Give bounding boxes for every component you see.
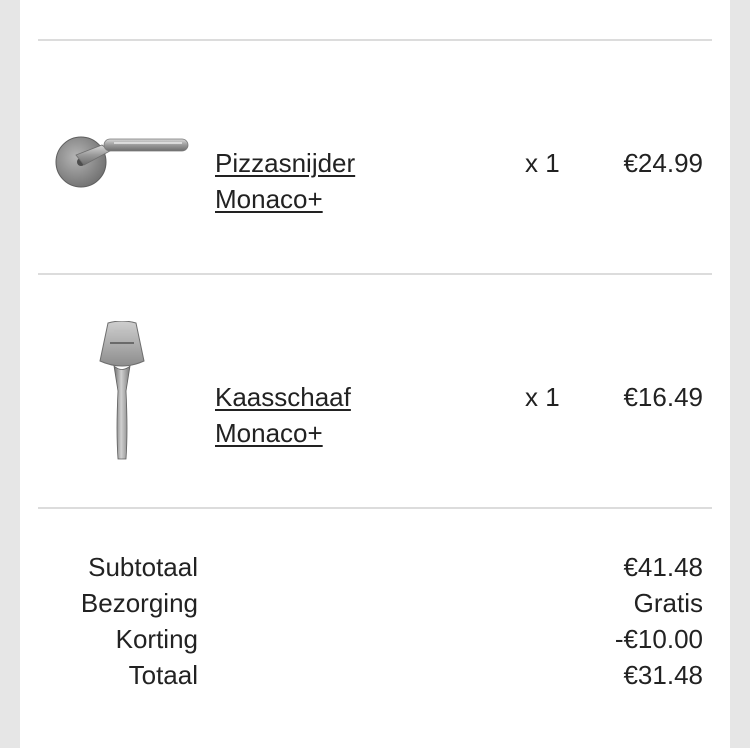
order-item: Pizzasnijder Monaco+ x 1 €24.99 bbox=[20, 41, 730, 273]
item-quantity: x 1 bbox=[525, 382, 560, 412]
product-link[interactable]: Pizzasnijder Monaco+ bbox=[215, 145, 355, 217]
subtotal-label: Subtotaal bbox=[88, 552, 198, 582]
discount-label: Korting bbox=[115, 624, 198, 654]
discount-value: -€10.00 bbox=[614, 624, 703, 654]
product-name-line2: Monaco+ bbox=[215, 418, 323, 448]
order-card: Pizzasnijder Monaco+ x 1 €24.99 Kaasscha… bbox=[20, 0, 730, 748]
item-price: €24.99 bbox=[623, 148, 703, 178]
product-name-line1: Kaasschaaf bbox=[215, 382, 351, 412]
divider bbox=[38, 507, 712, 509]
cheese-slicer-icon bbox=[96, 320, 148, 463]
total-label: Totaal bbox=[128, 660, 198, 690]
shipping-value: Gratis bbox=[633, 588, 703, 618]
pizza-cutter-icon bbox=[54, 129, 192, 189]
total-value: €31.48 bbox=[623, 660, 703, 690]
subtotal-value: €41.48 bbox=[623, 552, 703, 582]
item-price: €16.49 bbox=[623, 382, 703, 412]
order-item: Kaasschaaf Monaco+ x 1 €16.49 bbox=[20, 275, 730, 507]
product-name-line1: Pizzasnijder bbox=[215, 148, 356, 178]
product-name-line2: Monaco+ bbox=[215, 184, 323, 214]
product-link[interactable]: Kaasschaaf Monaco+ bbox=[215, 379, 351, 451]
shipping-label: Bezorging bbox=[80, 588, 198, 618]
item-quantity: x 1 bbox=[525, 148, 560, 178]
